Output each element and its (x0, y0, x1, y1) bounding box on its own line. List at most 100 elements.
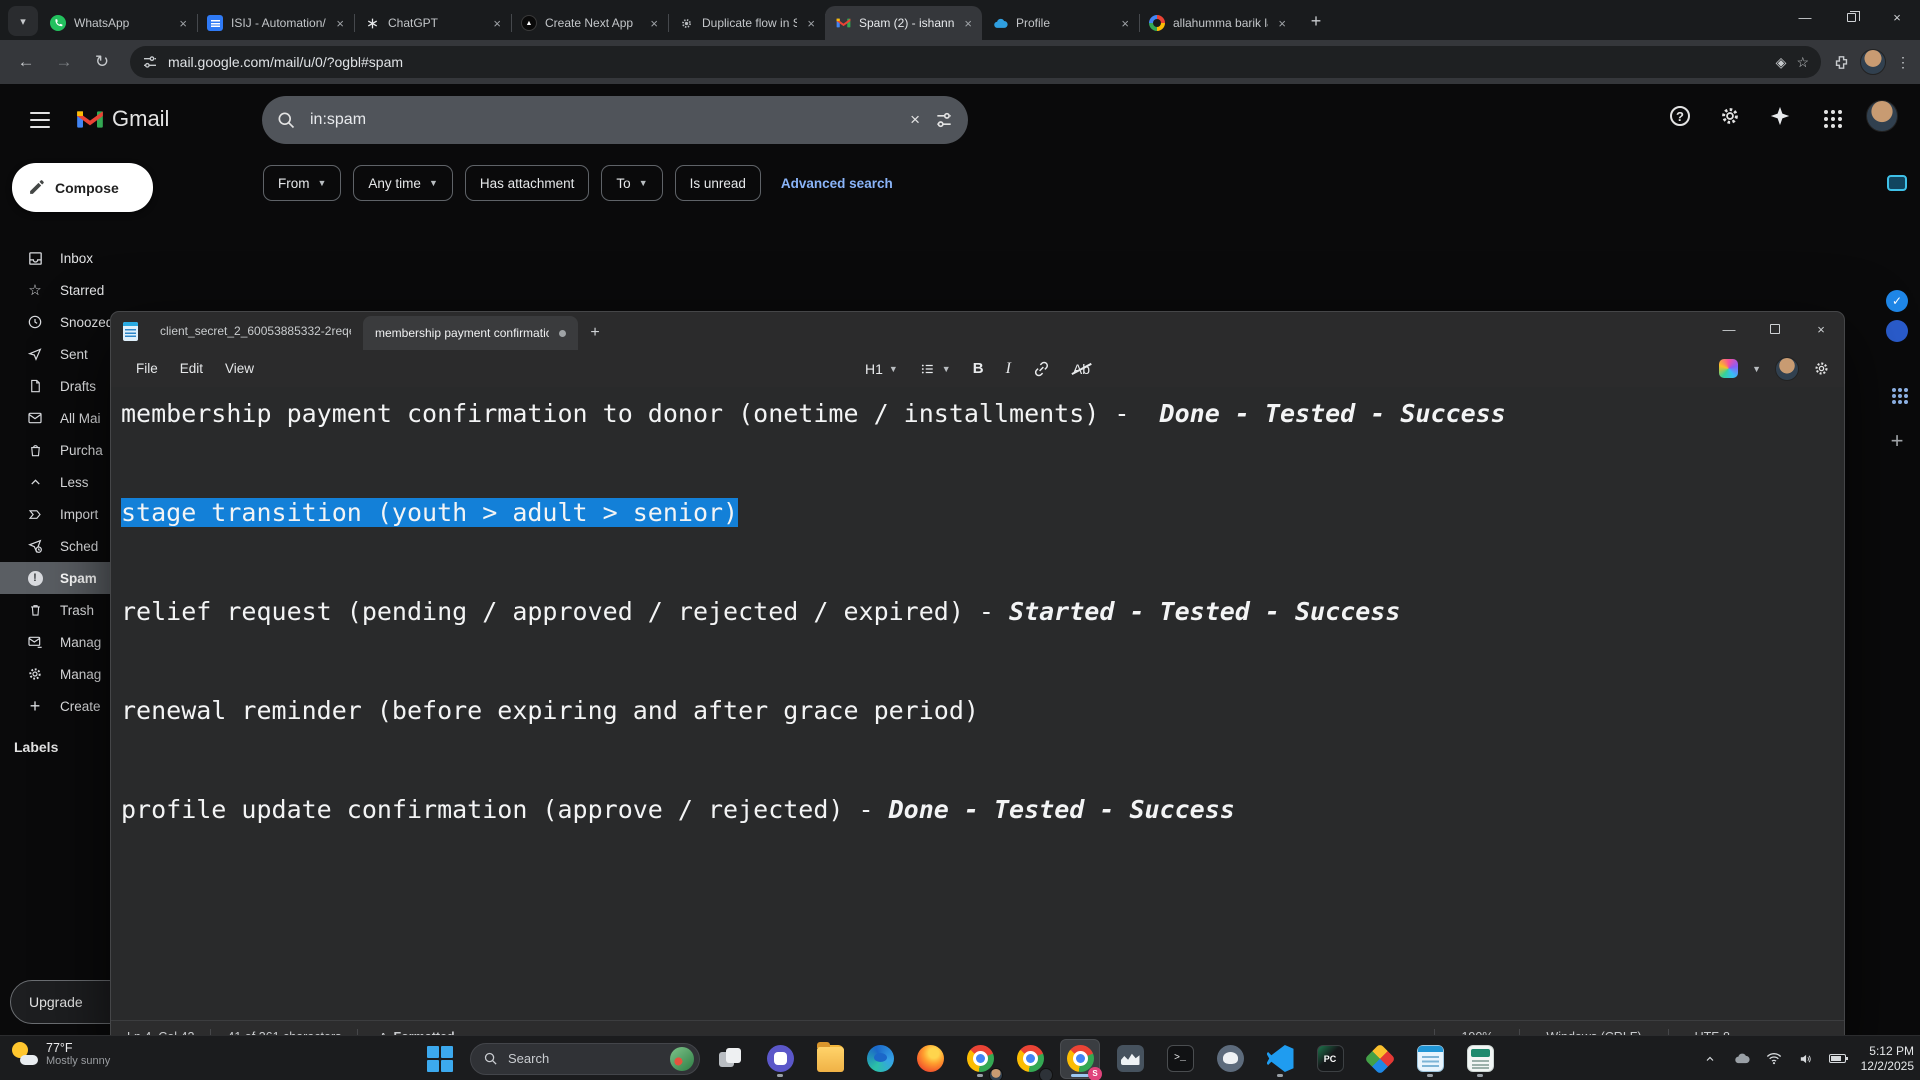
sidebar-item-manage-subscriptions[interactable]: Manag (0, 626, 110, 658)
task-view-button[interactable] (710, 1039, 750, 1079)
sidebar-item-create-label[interactable]: + Create (0, 690, 110, 722)
italic-button[interactable]: I (1006, 360, 1011, 378)
bookmark-star-icon[interactable]: ☆ (1796, 54, 1809, 71)
vscode-button[interactable] (1260, 1039, 1300, 1079)
sidebar-item-manage-labels[interactable]: Manag (0, 658, 110, 690)
forward-button[interactable]: → (48, 46, 80, 78)
chrome-profile-2-button[interactable] (1010, 1039, 1053, 1080)
gemini-sparkle-icon[interactable] (1766, 102, 1794, 130)
apps-grid-icon[interactable] (1884, 380, 1910, 406)
search-filters-tune-icon[interactable] (934, 110, 954, 130)
sidebar-item-all-mail[interactable]: All Mai (0, 402, 110, 434)
browser-tab-duplicate-flow[interactable]: Duplicate flow in Salesfor × (668, 6, 826, 40)
browser-menu-kebab-icon[interactable]: ⋮ (1896, 54, 1910, 71)
taskbar-weather-widget[interactable]: 77°F Mostly sunny (10, 1040, 110, 1068)
terminal-button[interactable]: >_ (1160, 1039, 1200, 1079)
text-editor-area[interactable]: membership payment confirmation to donor… (111, 387, 1844, 1020)
tray-cloud-icon[interactable] (1733, 1050, 1751, 1068)
tab-close-icon[interactable]: × (1119, 16, 1131, 31)
browser-tab-isij[interactable]: ISIJ - Automation/Flows S × (197, 6, 355, 40)
main-menu-hamburger-icon[interactable] (24, 104, 56, 136)
filter-chip-to[interactable]: To ▼ (601, 165, 663, 201)
notepad-tab-membership-active[interactable]: membership payment confirmation (363, 316, 578, 350)
notepad-taskbar-button[interactable] (1410, 1039, 1450, 1079)
url-text[interactable]: mail.google.com/mail/u/0/?ogbl#spam (168, 54, 1766, 70)
insert-link-icon[interactable] (1033, 360, 1051, 378)
sidebar-item-less[interactable]: Less (0, 466, 110, 498)
taskbar-clock[interactable]: 5:12 PM 12/2/2025 (1861, 1044, 1914, 1074)
page-action-icon[interactable]: ◈ (1776, 54, 1787, 71)
menu-edit[interactable]: Edit (169, 356, 214, 381)
browser-tab-profile[interactable]: Profile × (982, 6, 1140, 40)
window-minimize-button[interactable]: — (1782, 0, 1828, 34)
wifi-icon[interactable] (1765, 1050, 1783, 1068)
address-bar[interactable]: mail.google.com/mail/u/0/?ogbl#spam ◈ ☆ (130, 46, 1821, 78)
video-app-button[interactable] (760, 1039, 800, 1079)
settings-gear-icon[interactable] (1716, 102, 1744, 130)
clear-formatting-icon[interactable]: Ab (1073, 361, 1090, 377)
window-restore-button[interactable] (1828, 0, 1874, 34)
tab-close-icon[interactable]: × (1276, 16, 1288, 31)
tab-close-icon[interactable]: × (334, 16, 346, 31)
edge-button[interactable] (860, 1039, 900, 1079)
sidebar-item-scheduled[interactable]: Sched (0, 530, 110, 562)
volume-icon[interactable] (1797, 1050, 1815, 1068)
start-button[interactable] (420, 1039, 460, 1079)
bold-button[interactable]: B (973, 360, 984, 377)
filter-chip-has-attachment[interactable]: Has attachment (464, 165, 590, 201)
site-settings-icon[interactable] (142, 54, 158, 70)
diagram-app-button[interactable] (1360, 1039, 1400, 1079)
taskbar-search-box[interactable]: Search (470, 1042, 700, 1075)
filter-chip-from[interactable]: From ▼ (263, 165, 342, 201)
copilot-icon[interactable] (1719, 359, 1739, 378)
sidebar-item-snoozed[interactable]: Snoozed (0, 306, 110, 338)
sidebar-item-important[interactable]: Import (0, 498, 110, 530)
notepad-settings-gear-icon[interactable] (1813, 360, 1830, 377)
tab-close-icon[interactable]: × (805, 16, 817, 31)
browser-tab-google-search[interactable]: allahumma barik laha - G × (1139, 6, 1296, 40)
notepad-close-button[interactable]: × (1798, 312, 1844, 346)
chrome-profile-1-button[interactable] (960, 1039, 1003, 1080)
sidebar-item-inbox[interactable]: Inbox (0, 242, 110, 274)
tab-close-icon[interactable]: × (177, 16, 189, 31)
tab-close-icon[interactable]: × (962, 16, 974, 31)
notepad-tab-client-secret[interactable]: client_secret_2_60053885332-2reqe52rribe (148, 312, 363, 350)
new-tab-button[interactable]: + (1302, 7, 1330, 35)
filter-chip-is-unread[interactable]: Is unread (674, 165, 761, 201)
filter-chip-any-time[interactable]: Any time ▼ (353, 165, 453, 201)
file-explorer-button[interactable] (810, 1039, 850, 1079)
sidebar-app-icon-1[interactable] (1884, 170, 1910, 196)
tab-search-button[interactable]: ▾ (8, 6, 38, 36)
back-button[interactable]: ← (10, 46, 42, 78)
sidebar-item-sent[interactable]: Sent (0, 338, 110, 370)
extensions-puzzle-icon[interactable] (1833, 54, 1850, 71)
add-sidebar-app-icon[interactable]: + (1884, 428, 1910, 454)
system-monitor-button[interactable] (1110, 1039, 1150, 1079)
notepad-titlebar[interactable]: client_secret_2_60053885332-2reqe52rribe… (111, 312, 1844, 350)
search-icon[interactable] (276, 110, 296, 130)
heading-style-dropdown[interactable]: H1 ▼ (865, 361, 898, 377)
compose-button[interactable]: Compose (12, 163, 153, 212)
search-input[interactable]: in:spam (310, 111, 896, 129)
sidebar-item-spam[interactable]: ! Spam (0, 562, 110, 594)
battery-icon[interactable] (1829, 1050, 1849, 1068)
menu-view[interactable]: View (214, 356, 265, 381)
browser-tab-whatsapp[interactable]: WhatsApp × (40, 6, 198, 40)
browser-profile-avatar[interactable] (1860, 49, 1886, 75)
postgresql-button[interactable] (1210, 1039, 1250, 1079)
pycharm-button[interactable]: PC (1310, 1039, 1350, 1079)
browser-tab-create-next-app[interactable]: ▲ Create Next App × (511, 6, 669, 40)
notepad-account-avatar[interactable] (1775, 356, 1799, 381)
help-icon[interactable]: ? (1666, 102, 1694, 130)
sidebar-item-drafts[interactable]: Drafts (0, 370, 110, 402)
gmail-search-bar[interactable]: in:spam × (262, 96, 968, 144)
notepad-maximize-button[interactable] (1752, 312, 1798, 346)
window-close-button[interactable]: × (1874, 0, 1920, 34)
google-apps-grid-icon[interactable] (1816, 102, 1844, 130)
browser-tab-chatgpt[interactable]: ChatGPT × (354, 6, 512, 40)
advanced-search-link[interactable]: Advanced search (781, 176, 893, 191)
list-dropdown[interactable]: ▼ (920, 362, 951, 376)
chevron-down-icon[interactable]: ▼ (1752, 364, 1761, 374)
tasks-check-circle-icon[interactable]: ✓ (1884, 288, 1910, 314)
sidebar-item-trash[interactable]: Trash (0, 594, 110, 626)
